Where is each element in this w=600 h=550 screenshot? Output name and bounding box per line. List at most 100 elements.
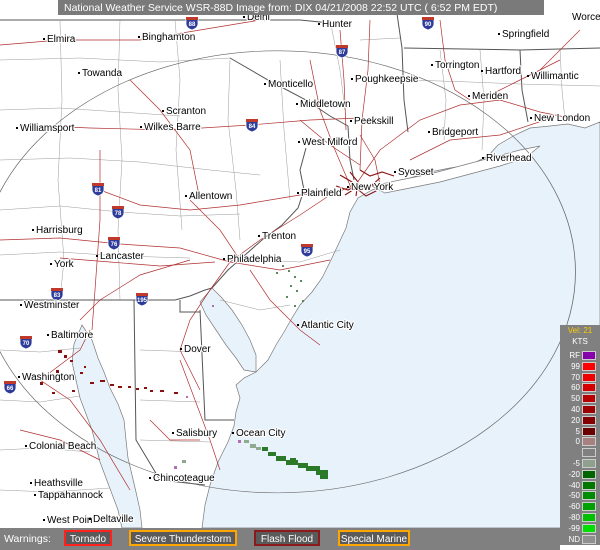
city-label-syosset: Syosset [398, 167, 434, 178]
city-label-riverhead: Riverhead [486, 153, 532, 164]
city-marker [347, 186, 349, 188]
legend-color-swatch [582, 361, 596, 371]
legend-row-label: -5 [572, 459, 580, 468]
city-marker [43, 38, 45, 40]
city-marker [162, 110, 164, 112]
city-marker [527, 75, 529, 77]
city-marker [30, 482, 32, 484]
warning-special-marine[interactable]: Special Marine [338, 530, 410, 546]
legend-row [560, 447, 600, 458]
city-label-atlantic-city: Atlantic City [301, 320, 354, 331]
legend-color-swatch [582, 459, 596, 468]
legend-color-swatch [582, 437, 596, 447]
city-label-hartford: Hartford [485, 66, 521, 77]
city-marker [34, 494, 36, 496]
city-marker [18, 376, 20, 378]
legend-row: -50 [560, 490, 600, 501]
city-marker [258, 235, 260, 237]
legend-row: -99 [560, 523, 600, 534]
city-marker [431, 64, 433, 66]
legend-color-swatch [582, 351, 596, 360]
interstate-shield-icon: 66 [3, 380, 17, 395]
svg-text:83: 83 [54, 293, 61, 299]
city-label-west-milford: West Milford [302, 137, 357, 148]
legend-row: -40 [560, 480, 600, 491]
legend-row: 20 [560, 415, 600, 426]
legend-row-label: -20 [568, 469, 580, 479]
city-marker [138, 36, 140, 38]
legend-row-label: -60 [568, 502, 580, 512]
legend-unit: KTS [572, 337, 588, 346]
city-marker [43, 519, 45, 521]
city-marker [351, 78, 353, 80]
radar-map: 88 90878481787695837066195 DelhiHunterWor… [0, 0, 600, 550]
legend-row-label: 20 [571, 415, 580, 425]
legend-color-swatch [582, 513, 596, 522]
legend-color-swatch [582, 372, 596, 382]
legend-color-swatch [582, 534, 596, 544]
interstate-shield-icon: 88 [185, 16, 199, 31]
legend-row: -5 [560, 458, 600, 469]
legend-color-swatch [582, 383, 596, 393]
legend-row-label: -50 [568, 491, 580, 501]
city-label-willimantic: Willimantic [531, 71, 579, 82]
city-label-plainfield: Plainfield [301, 188, 342, 199]
city-label-torrington: Torrington [435, 60, 479, 71]
city-label-wilkes-barre: Wilkes Barre [144, 122, 201, 133]
legend-color-swatch [582, 523, 596, 533]
legend-color-swatch [582, 415, 596, 425]
svg-text:76: 76 [111, 242, 118, 248]
interstate-shield-icon: 87 [335, 44, 349, 59]
legend-row-label: RF [569, 351, 580, 360]
city-marker [223, 258, 225, 260]
warning-flash-flood[interactable]: Flash Flood [254, 530, 320, 546]
svg-text:88: 88 [189, 22, 196, 28]
city-marker [350, 120, 352, 122]
city-marker [50, 263, 52, 265]
svg-text:87: 87 [339, 50, 346, 56]
city-label-towanda: Towanda [82, 68, 122, 79]
city-marker [482, 157, 484, 159]
legend-row-label: -80 [568, 513, 580, 522]
city-label-springfield: Springfield [502, 29, 549, 40]
city-marker [78, 72, 80, 74]
legend-row-label: -40 [568, 480, 580, 490]
city-label-heathsville: Heathsville [34, 478, 83, 489]
svg-text:81: 81 [95, 188, 102, 194]
legend-row: 5 [560, 426, 600, 437]
interstate-shield-icon: 195 [135, 292, 149, 307]
city-label-ocean-city: Ocean City [236, 428, 285, 439]
warning-tornado[interactable]: Tornado [64, 530, 112, 546]
city-marker [96, 255, 98, 257]
svg-text:90: 90 [425, 22, 432, 28]
city-label-westminster: Westminster [24, 300, 80, 311]
legend-row: 0 [560, 436, 600, 447]
svg-text:70: 70 [23, 341, 30, 347]
legend-color-swatch [582, 469, 596, 479]
legend-row-label: ND [568, 534, 580, 544]
city-marker [428, 131, 430, 133]
city-label-middletown: Middletown [300, 99, 351, 110]
warning-severe-thunderstorm[interactable]: Severe Thunderstorm [129, 530, 237, 546]
legend-row: ND [560, 534, 600, 545]
interstate-shield-icon: 70 [19, 335, 33, 350]
legend-row: 70 [560, 372, 600, 383]
city-marker [498, 33, 500, 35]
svg-text:95: 95 [304, 249, 311, 255]
city-marker [298, 141, 300, 143]
city-label-poughkeepsie: Poughkeepsie [355, 74, 419, 85]
city-label-chincoteague: Chincoteague [153, 473, 215, 484]
city-marker [297, 192, 299, 194]
legend-color-swatch [582, 448, 596, 458]
city-label-salisbury: Salisbury [176, 428, 217, 439]
legend-row: 60 [560, 382, 600, 393]
city-label-washington: Washington [22, 372, 74, 383]
svg-text:78: 78 [115, 211, 122, 217]
legend-color-swatch [582, 502, 596, 512]
city-marker [89, 518, 91, 520]
legend-row: 50 [560, 393, 600, 404]
city-marker [149, 477, 151, 479]
interstate-shield-icon: 90 [421, 16, 435, 31]
city-label-williamsport: Williamsport [20, 123, 75, 134]
legend-row: -20 [560, 469, 600, 480]
